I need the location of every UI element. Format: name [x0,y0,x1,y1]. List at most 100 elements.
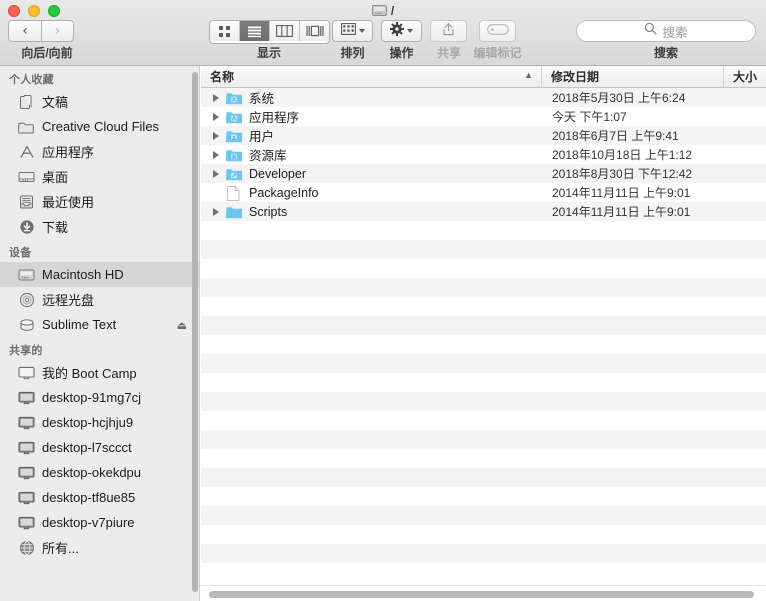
hard-disk-icon [18,266,35,283]
sidebar-item-[interactable]: 远程光盘 [0,287,199,312]
sidebar-item-[interactable]: 下载 [0,214,199,239]
file-rows: 系统 2018年5月30日 上午6:24 应用程序 今天 下午1:07 用户 2018年6… [201,88,766,582]
view-mode-segmented-control [209,20,330,44]
optical-disc-icon [18,291,35,308]
sidebar-item-desktop-okekdpu[interactable]: desktop-okekdpu [0,460,199,485]
sidebar-item-label: desktop-v7piure [42,515,135,530]
disclosure-triangle-icon[interactable] [210,150,222,159]
empty-row [201,430,766,449]
gallery-view-button[interactable] [300,21,329,41]
table-row[interactable]: 资源库 2018年10月18日 上午1:12 [201,145,766,164]
folder-icon [226,205,243,219]
navigation-buttons: ‹ › [8,20,74,42]
file-name: Scripts [249,204,288,219]
sidebar-item-desktop-91mg7cj[interactable]: desktop-91mg7cj [0,385,199,410]
disclosure-triangle-icon[interactable] [210,93,222,102]
empty-row [201,335,766,354]
column-header-date-label: 修改日期 [551,70,600,84]
table-row[interactable]: 应用程序 今天 下午1:07 [201,107,766,126]
arrange-button[interactable] [332,20,373,42]
empty-row [201,449,766,468]
file-name: 资源库 [249,149,287,163]
sidebar-item-sublime-text[interactable]: Sublime Text ⏏ [0,312,199,337]
action-button[interactable] [381,20,422,42]
back-button[interactable]: ‹ [8,20,41,42]
table-row[interactable]: Scripts 2014年11月11日 上午9:01 [201,202,766,221]
sidebar-item-[interactable]: 所有... [0,535,199,560]
recents-icon [18,193,35,210]
cell-name: 系统 [201,88,542,107]
column-header-size[interactable]: 大小 [724,66,766,88]
sort-ascending-icon: ▲ [524,69,533,80]
sidebar-item-[interactable]: 桌面 [0,164,199,189]
column-header-name[interactable]: 名称 ▲ [201,65,542,88]
sidebar-item-label: 文稿 [42,95,69,110]
empty-row [201,373,766,392]
sidebar-item-desktop-l7sccct[interactable]: desktop-l7sccct [0,435,199,460]
cell-modified-date: 2014年11月11日 上午9:01 [552,205,691,219]
cell-modified-date: 2014年11月11日 上午9:01 [552,186,691,200]
cell-name: Scripts [201,205,542,219]
sidebar-item-label: 应用程序 [42,145,95,160]
sidebar-scrollbar-thumb[interactable] [192,72,198,592]
sidebar-item-label: Macintosh HD [42,267,124,282]
sidebar-item-desktop-v7piure[interactable]: desktop-v7piure [0,510,199,535]
empty-row [201,354,766,373]
sidebar[interactable]: 个人收藏 文稿 Creative Cloud Files 应用程序 桌面 最近使用 下载 设备… [0,66,200,601]
folder-applications-icon [226,110,243,124]
sidebar-item-macintosh-hd[interactable]: Macintosh HD [0,262,199,287]
disk-image-icon [18,316,35,333]
table-row[interactable]: PackageInfo 2014年11月11日 上午9:01 [201,183,766,202]
file-name: 用户 [249,130,275,144]
cell-name: PackageInfo [201,185,542,201]
share-icon [442,22,455,41]
search-field[interactable]: 搜索 [576,20,756,42]
display-icon [18,364,35,381]
empty-row [201,411,766,430]
sidebar-item-[interactable]: 文稿 [0,89,199,114]
computer-icon [18,514,35,531]
sidebar-item-creative-cloud-files[interactable]: Creative Cloud Files [0,114,199,139]
sidebar-item-[interactable]: 应用程序 [0,139,199,164]
computer-icon [18,464,35,481]
sidebar-item-label: Sublime Text [42,317,117,332]
navigation-label: 向后/向前 [21,46,73,60]
cell-modified-date: 2018年8月30日 下午12:42 [552,167,693,181]
table-row[interactable]: 系统 2018年5月30日 上午6:24 [201,88,766,107]
chevron-down-icon [358,29,365,33]
sidebar-item-desktop-hcjhju9[interactable]: desktop-hcjhju9 [0,410,199,435]
column-header-size-label: 大小 [733,70,758,84]
sidebar-item-desktop-tf8ue85[interactable]: desktop-tf8ue85 [0,485,199,510]
column-header-date[interactable]: 修改日期 [542,65,724,88]
action-label: 操作 [389,46,414,60]
folder-system-icon [226,91,243,105]
share-button[interactable] [430,20,467,42]
disclosure-triangle-icon[interactable] [210,207,222,216]
sidebar-item-boot-camp[interactable]: 我的 Boot Camp [0,360,199,385]
empty-row [201,525,766,544]
titlebar: / ‹ › 向后/向前 显示 排列 操作 共享 编辑标记 搜索 搜索 [0,0,766,66]
window-title-text: / [390,3,395,18]
disclosure-triangle-icon[interactable] [210,112,222,121]
disclosure-triangle-icon[interactable] [210,131,222,140]
disclosure-triangle-icon[interactable] [210,169,222,178]
forward-button[interactable]: › [41,20,74,42]
cell-name: 应用程序 [201,107,542,126]
eject-icon[interactable]: ⏏ [177,319,187,332]
column-view-button[interactable] [270,21,300,41]
empty-row [201,297,766,316]
sidebar-item-[interactable]: 最近使用 [0,189,199,214]
table-row[interactable]: 用户 2018年6月7日 上午9:41 [201,126,766,145]
grid-icon [340,22,356,40]
column-header-name-label: 名称 [210,70,235,84]
empty-row [201,544,766,563]
sidebar-item-label: desktop-okekdpu [42,465,142,480]
file-name: Developer [249,166,306,181]
file-name: PackageInfo [249,185,319,200]
icon-view-button[interactable] [210,21,240,41]
tags-button[interactable] [479,20,516,42]
folder-library-icon [226,148,243,162]
list-view-button[interactable] [240,21,270,41]
table-row[interactable]: Developer 2018年8月30日 下午12:42 [201,164,766,183]
sidebar-item-label: desktop-l7sccct [42,440,132,455]
